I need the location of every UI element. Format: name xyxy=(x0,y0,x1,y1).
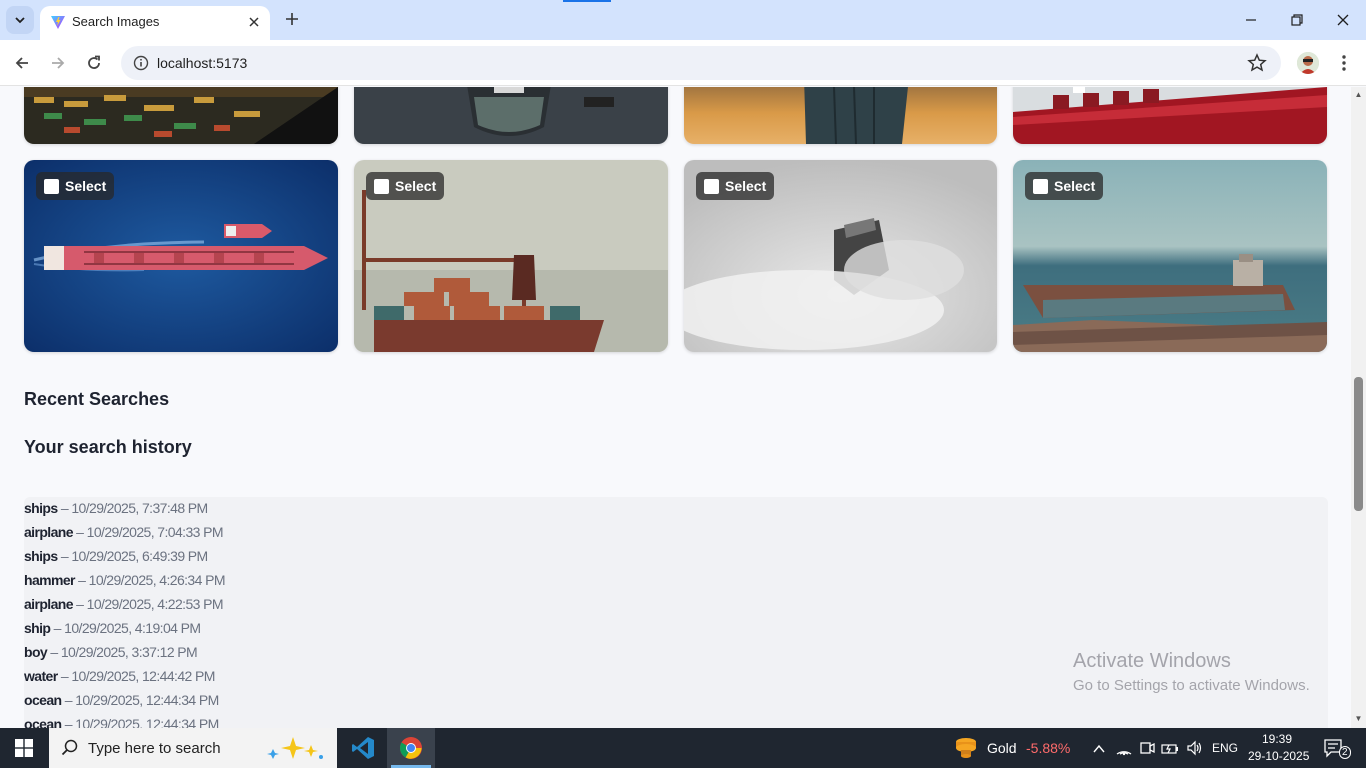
scroll-down-arrow-icon[interactable]: ▼ xyxy=(1354,714,1363,723)
address-bar[interactable]: localhost:5173 xyxy=(121,46,1281,80)
minimize-icon[interactable] xyxy=(1228,0,1274,40)
ship-sunset-image xyxy=(684,87,997,144)
tab-loading-indicator xyxy=(563,0,611,2)
chevron-down-icon xyxy=(15,17,25,24)
volume-icon[interactable] xyxy=(1186,740,1202,756)
clock-date[interactable]: 29-10-2025 xyxy=(1248,749,1309,763)
ticker-name[interactable]: Gold xyxy=(987,740,1017,756)
restore-icon[interactable] xyxy=(1274,0,1320,40)
watermark-subtitle: Go to Settings to activate Windows. xyxy=(1073,677,1310,694)
browser-tab-strip: Search Images xyxy=(0,0,1366,40)
notification-count-badge: 2 xyxy=(1339,746,1351,759)
select-label: Select xyxy=(65,178,107,194)
page-scrollbar[interactable]: ▲ ▼ xyxy=(1351,87,1366,728)
stock-ticker-icon[interactable] xyxy=(953,736,979,760)
windows-logo-icon xyxy=(15,739,33,757)
start-button[interactable] xyxy=(0,728,48,768)
checkbox-icon[interactable] xyxy=(374,178,389,194)
search-placeholder: Type here to search xyxy=(88,740,221,757)
url-text[interactable]: localhost:5173 xyxy=(157,55,247,71)
history-item[interactable]: ocean – 10/29/2025, 12:44:34 PM xyxy=(24,716,219,728)
windows-taskbar: Type here to search Gold -5.88% ENG 19:3… xyxy=(0,728,1366,768)
image-card-red-cargo-ship[interactable] xyxy=(1013,87,1327,144)
more-menu-icon[interactable] xyxy=(1334,52,1354,74)
image-card-tanker-aerial[interactable]: Select xyxy=(24,160,338,352)
history-item[interactable]: ships – 10/29/2025, 7:37:48 PM xyxy=(24,500,208,516)
select-checkbox[interactable]: Select xyxy=(366,172,445,200)
history-item[interactable]: ocean – 10/29/2025, 12:44:34 PM xyxy=(24,692,219,708)
avatar-icon xyxy=(1297,52,1319,74)
tab-close-icon[interactable] xyxy=(244,12,264,32)
ship-dark-water-image xyxy=(354,87,668,144)
select-checkbox[interactable]: Select xyxy=(696,172,775,200)
red-cargo-ship-image xyxy=(1013,87,1327,144)
show-hidden-icons-chevron-up-icon[interactable] xyxy=(1092,742,1106,756)
checkbox-icon[interactable] xyxy=(704,178,719,194)
browser-tab-search-images[interactable]: Search Images xyxy=(40,6,270,40)
meet-now-icon[interactable] xyxy=(1139,740,1155,756)
network-icon[interactable] xyxy=(1115,740,1133,756)
image-card-ship-fog[interactable]: Select xyxy=(684,160,997,352)
close-window-icon[interactable] xyxy=(1320,0,1366,40)
vscode-icon xyxy=(352,737,374,759)
history-item[interactable]: hammer – 10/29/2025, 4:26:34 PM xyxy=(24,572,225,588)
history-item[interactable]: airplane – 10/29/2025, 4:22:53 PM xyxy=(24,596,224,612)
image-card-port-containers[interactable] xyxy=(24,87,338,144)
scrollbar-thumb[interactable] xyxy=(1354,377,1363,511)
watermark-title: Activate Windows xyxy=(1073,650,1231,672)
new-tab-plus-icon[interactable] xyxy=(282,9,302,29)
history-item[interactable]: ships – 10/29/2025, 6:49:39 PM xyxy=(24,548,208,564)
history-item[interactable]: water – 10/29/2025, 12:44:42 PM xyxy=(24,668,215,684)
taskbar-vscode[interactable] xyxy=(339,728,387,768)
image-card-ship-dark-water[interactable] xyxy=(354,87,668,144)
recent-searches-heading: Recent Searches xyxy=(24,389,170,409)
scroll-up-arrow-icon[interactable]: ▲ xyxy=(1354,90,1363,99)
checkbox-icon[interactable] xyxy=(44,178,59,194)
search-history-subheading: Your search history xyxy=(24,437,192,457)
history-item[interactable]: ship – 10/29/2025, 4:19:04 PM xyxy=(24,620,201,636)
port-containers-image xyxy=(24,87,338,144)
taskbar-search-box[interactable]: Type here to search xyxy=(49,728,337,768)
tab-title: Search Images xyxy=(72,14,160,29)
image-card-ship-sunset[interactable] xyxy=(684,87,997,144)
bookmark-star-icon[interactable] xyxy=(1247,53,1267,73)
profile-avatar[interactable] xyxy=(1297,52,1319,74)
taskbar-chrome[interactable] xyxy=(387,728,435,768)
forward-arrow-icon[interactable] xyxy=(45,50,71,76)
search-icon xyxy=(61,739,78,756)
tab-search-button[interactable] xyxy=(6,6,34,34)
page-content: Select Select Select Select Recent Searc… xyxy=(0,87,1366,728)
activate-windows-watermark: Activate Windows Go to Settings to activ… xyxy=(1073,650,1310,694)
vite-logo-icon xyxy=(51,16,65,29)
back-arrow-icon[interactable] xyxy=(9,50,35,76)
history-item[interactable]: boy – 10/29/2025, 3:37:12 PM xyxy=(24,644,198,660)
browser-toolbar: localhost:5173 xyxy=(0,40,1366,86)
chrome-icon xyxy=(400,737,422,759)
select-label: Select xyxy=(1054,178,1096,194)
battery-charging-icon[interactable] xyxy=(1161,742,1179,756)
search-highlight-sparkle-icon[interactable] xyxy=(263,733,327,763)
select-checkbox[interactable]: Select xyxy=(36,172,115,200)
reload-icon[interactable] xyxy=(81,50,107,76)
input-language[interactable]: ENG xyxy=(1212,741,1238,755)
history-item[interactable]: airplane – 10/29/2025, 7:04:33 PM xyxy=(24,524,224,540)
site-info-icon[interactable] xyxy=(133,55,149,71)
select-label: Select xyxy=(725,178,767,194)
image-card-ship-wreck[interactable]: Select xyxy=(1013,160,1327,352)
clock-time[interactable]: 19:39 xyxy=(1262,732,1292,746)
checkbox-icon[interactable] xyxy=(1033,178,1048,194)
image-card-cargo-crane[interactable]: Select xyxy=(354,160,668,352)
ticker-change[interactable]: -5.88% xyxy=(1026,740,1070,756)
select-label: Select xyxy=(395,178,437,194)
select-checkbox[interactable]: Select xyxy=(1025,172,1104,200)
